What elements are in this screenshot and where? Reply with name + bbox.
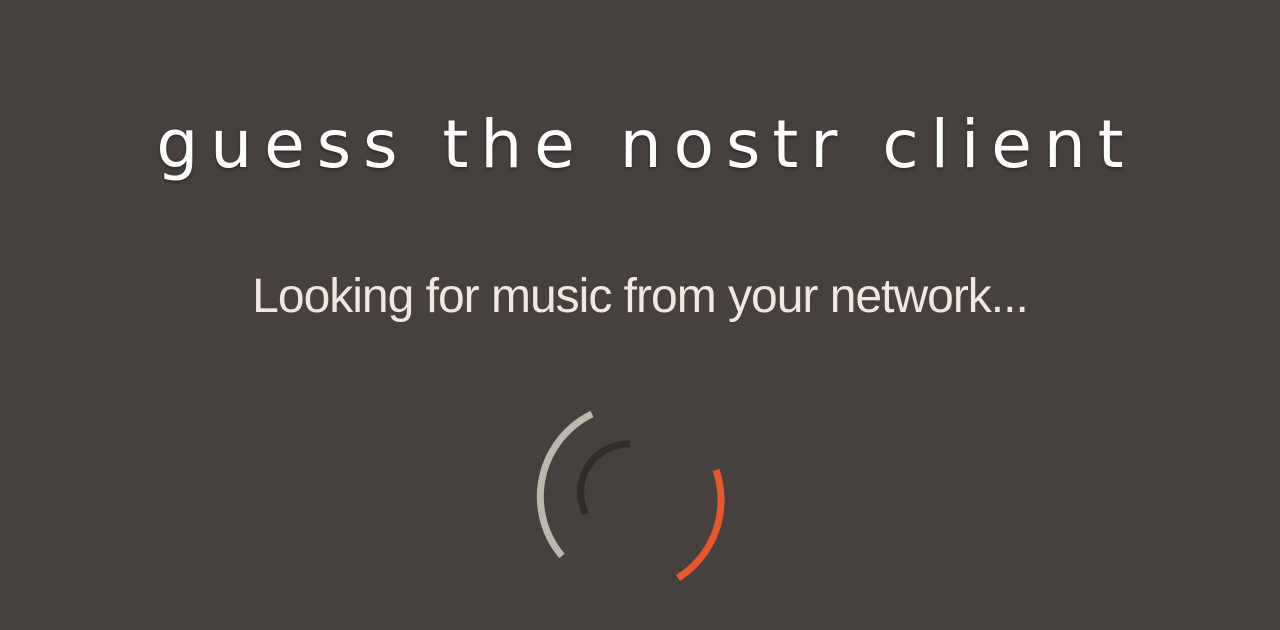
spinner-inner-arc: [577, 440, 631, 516]
loading-message: Looking for music from your network...: [252, 270, 1029, 323]
loading-spinner-icon: [520, 396, 760, 596]
spinner-accent-arc: [676, 468, 725, 581]
page-title: guess the nostr client: [156, 106, 1136, 183]
